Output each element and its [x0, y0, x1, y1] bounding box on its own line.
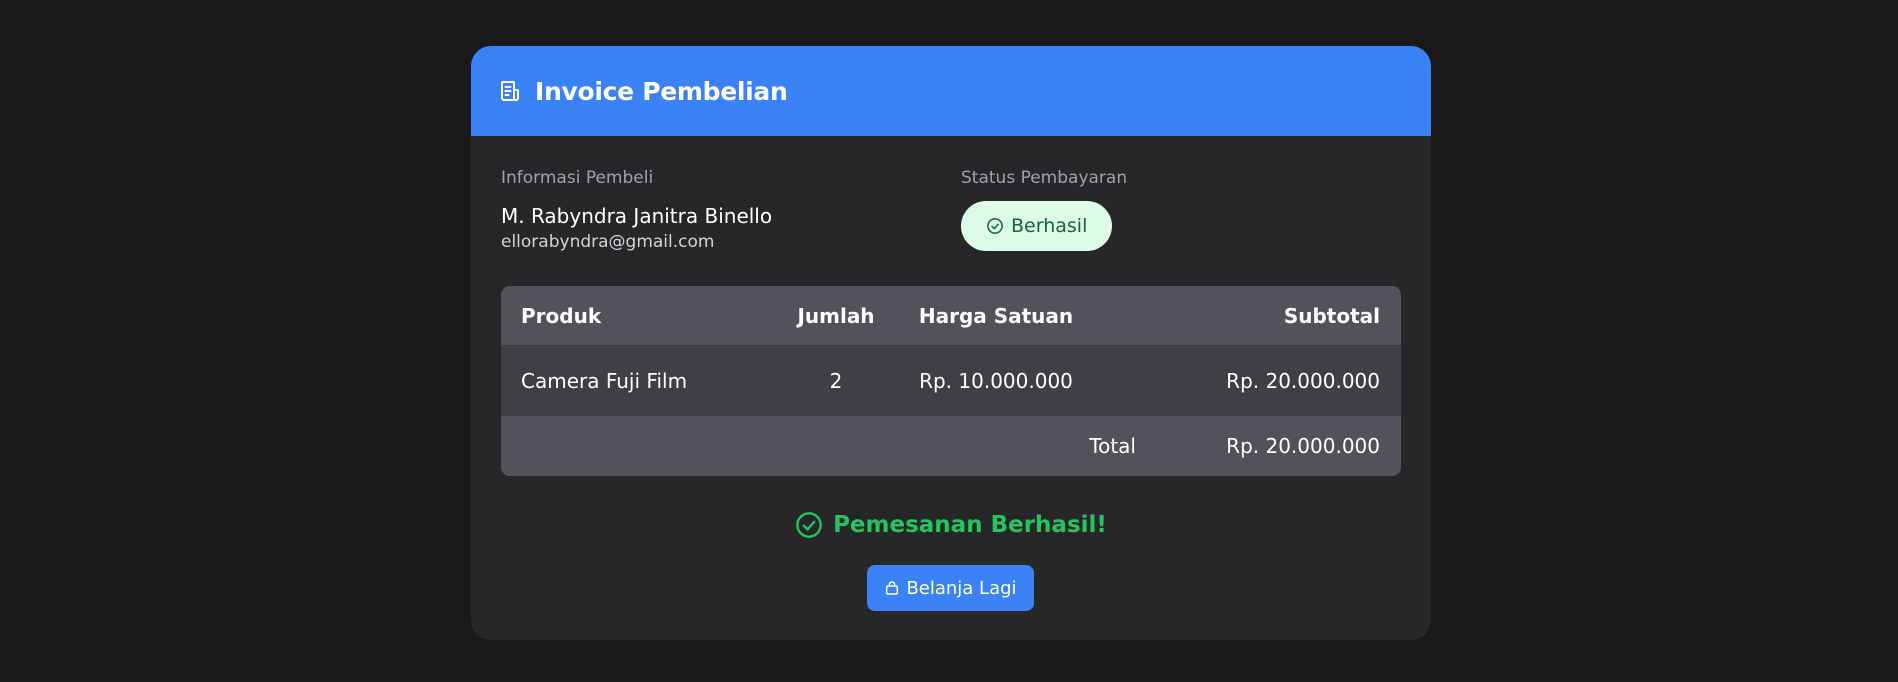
total-label: Total	[1089, 434, 1136, 458]
success-text: Pemesanan Berhasil!	[833, 512, 1107, 538]
invoice-card: Invoice Pembelian Informasi Pembeli M. R…	[471, 46, 1431, 640]
column-header-product: Produk	[521, 303, 602, 328]
shop-again-button[interactable]: Belanja Lagi	[867, 565, 1034, 611]
status-badge-text: Berhasil	[1011, 215, 1088, 237]
cell-unit-price: Rp. 10.000.000	[919, 368, 1073, 393]
payment-status: Status Pembayaran Berhasil	[961, 168, 1127, 251]
buyer-name: M. Rabyndra Janitra Binello	[501, 204, 773, 228]
shop-again-label: Belanja Lagi	[906, 577, 1017, 599]
check-circle-icon	[986, 217, 1004, 235]
column-header-unit-price: Harga Satuan	[918, 303, 1074, 328]
check-circle-icon	[795, 511, 823, 539]
total-value: Rp. 20.000.000	[1226, 434, 1380, 458]
cell-quantity: 2	[829, 368, 843, 393]
column-header-subtotal: Subtotal	[1283, 303, 1380, 328]
payment-status-label: Status Pembayaran	[961, 168, 1128, 188]
invoice-header: Invoice Pembelian	[471, 46, 1431, 136]
column-header-quantity: Jumlah	[797, 303, 875, 328]
page-title: Invoice Pembelian	[535, 76, 788, 106]
invoice-info: Informasi Pembeli M. Rabyndra Janitra Bi…	[501, 168, 1401, 268]
invoice-table: Produk Jumlah Harga Satuan Subtotal Came…	[501, 286, 1401, 476]
buyer-info: Informasi Pembeli M. Rabyndra Janitra Bi…	[501, 168, 772, 252]
table-row: Camera Fuji Film 2 Rp. 10.000.000 Rp. 20…	[501, 345, 1401, 416]
status-badge: Berhasil	[961, 201, 1113, 251]
buyer-label: Informasi Pembeli	[501, 168, 654, 188]
table-total-row: Total Rp. 20.000.000	[501, 416, 1401, 476]
success-message: Pemesanan Berhasil!	[471, 511, 1431, 539]
receipt-icon	[497, 78, 523, 104]
buyer-email: ellorabyndra@gmail.com	[501, 232, 715, 252]
cell-subtotal: Rp. 20.000.000	[1226, 368, 1380, 393]
cell-product: Camera Fuji Film	[521, 368, 688, 393]
table-header-row: Produk Jumlah Harga Satuan Subtotal	[501, 286, 1401, 345]
shopping-bag-icon	[884, 580, 900, 596]
